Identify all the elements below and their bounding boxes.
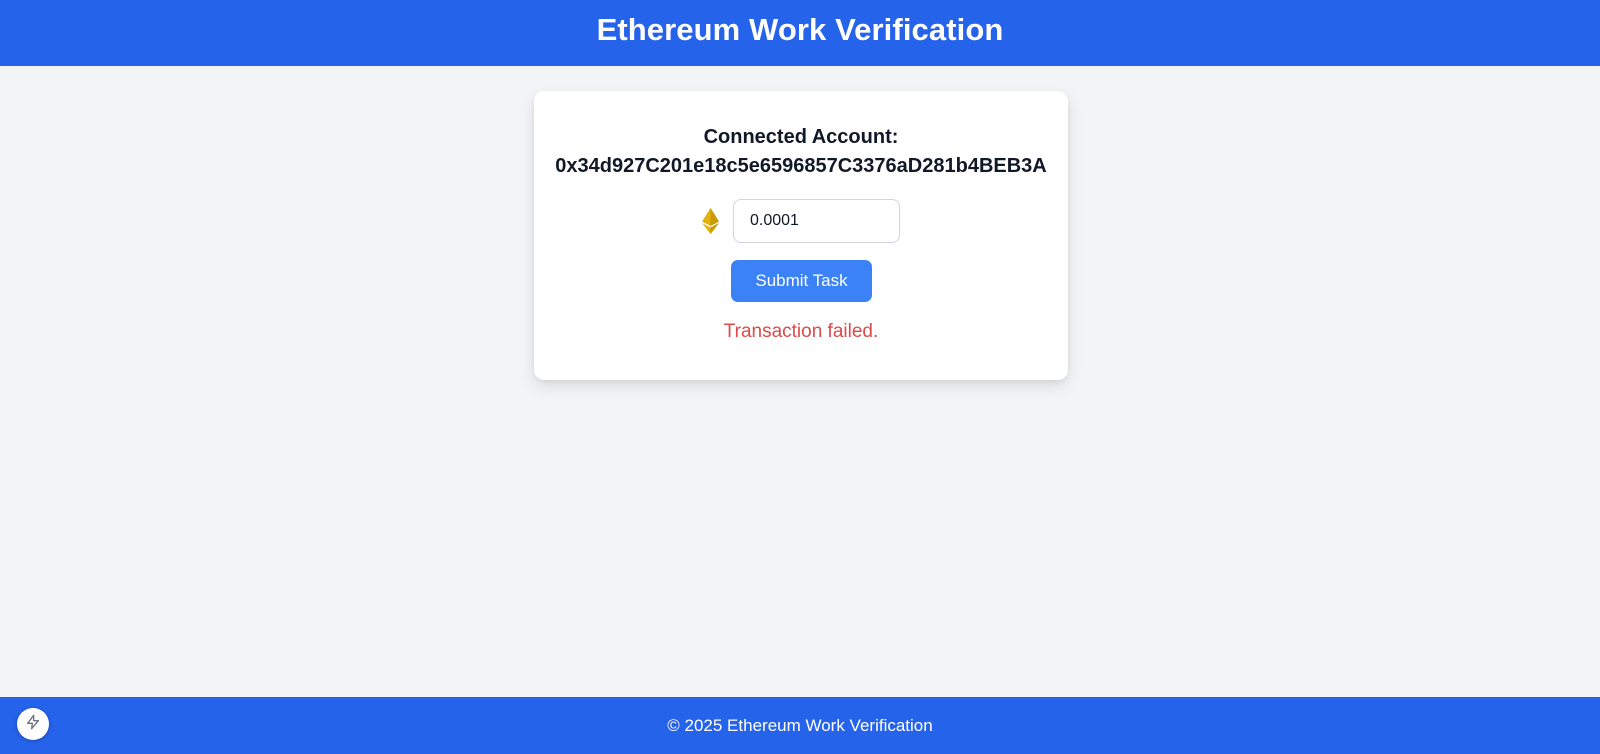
transaction-status-message: Transaction failed. xyxy=(723,321,879,342)
amount-input[interactable] xyxy=(733,199,900,243)
app-footer: © 2025 Ethereum Work Verification xyxy=(0,697,1600,754)
footer-copyright: © 2025 Ethereum Work Verification xyxy=(667,715,933,735)
lightning-icon xyxy=(25,714,41,735)
connected-account-address: 0x34d927C201e18c5e6596857C3376aD281b4BEB… xyxy=(555,155,1047,177)
task-card: Connected Account: 0x34d927C201e18c5e659… xyxy=(534,91,1068,380)
connected-account-label: Connected Account: xyxy=(703,126,899,148)
floating-action-button[interactable] xyxy=(17,708,49,740)
app-page: Ethereum Work Verification Connected Acc… xyxy=(0,0,1600,754)
ethereum-icon xyxy=(702,208,719,234)
main-content: Connected Account: 0x34d927C201e18c5e659… xyxy=(0,66,1600,697)
app-header: Ethereum Work Verification xyxy=(0,0,1600,66)
submit-task-button[interactable]: Submit Task xyxy=(731,260,872,302)
amount-row xyxy=(534,199,1068,243)
app-title: Ethereum Work Verification xyxy=(596,12,1004,47)
